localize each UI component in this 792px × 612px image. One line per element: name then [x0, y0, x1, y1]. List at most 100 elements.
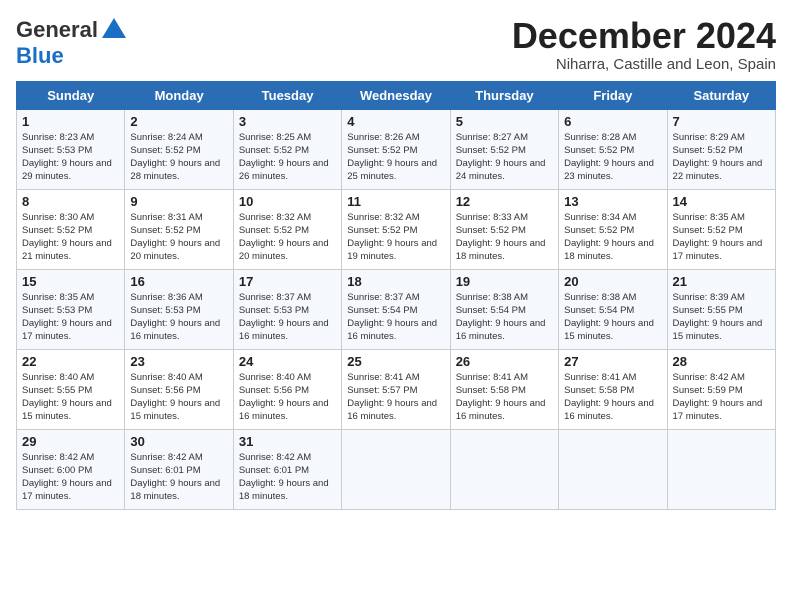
day-info: Sunrise: 8:24 AMSunset: 5:52 PMDaylight:…	[130, 132, 220, 183]
day-info: Sunrise: 8:34 AMSunset: 5:52 PMDaylight:…	[564, 212, 654, 263]
day-number: 28	[673, 354, 770, 369]
day-number: 1	[22, 114, 119, 129]
calendar-cell: 2 Sunrise: 8:24 AMSunset: 5:52 PMDaylight…	[125, 109, 233, 189]
calendar-cell: 9 Sunrise: 8:31 AMSunset: 5:52 PMDaylight…	[125, 189, 233, 269]
day-info: Sunrise: 8:39 AMSunset: 5:55 PMDaylight:…	[673, 292, 763, 343]
day-info: Sunrise: 8:32 AMSunset: 5:52 PMDaylight:…	[239, 212, 329, 263]
calendar-cell: 25Sunrise: 8:41 AMSunset: 5:57 PMDayligh…	[342, 349, 450, 429]
day-info: Sunrise: 8:26 AMSunset: 5:52 PMDaylight:…	[347, 132, 437, 183]
day-number: 11	[347, 194, 444, 209]
day-number: 9	[130, 194, 227, 209]
calendar-cell: 1 Sunrise: 8:23 AMSunset: 5:53 PMDaylight…	[17, 109, 125, 189]
day-number: 18	[347, 274, 444, 289]
day-number: 15	[22, 274, 119, 289]
day-number: 24	[239, 354, 336, 369]
calendar-cell: 16Sunrise: 8:36 AMSunset: 5:53 PMDayligh…	[125, 269, 233, 349]
weekday-header-tuesday: Tuesday	[233, 81, 341, 109]
day-number: 29	[22, 434, 119, 449]
calendar-cell: 12 Sunrise: 8:33 AMSunset: 5:52 PMDayligh…	[450, 189, 558, 269]
day-info: Sunrise: 8:41 AMSunset: 5:58 PMDaylight:…	[456, 372, 546, 423]
day-info: Sunrise: 8:35 AMSunset: 5:52 PMDaylight:…	[673, 212, 763, 263]
weekday-header-monday: Monday	[125, 81, 233, 109]
day-info: Sunrise: 8:37 AMSunset: 5:54 PMDaylight:…	[347, 292, 437, 343]
day-number: 12	[456, 194, 553, 209]
calendar-cell	[342, 429, 450, 509]
day-number: 3	[239, 114, 336, 129]
day-info: Sunrise: 8:40 AMSunset: 5:56 PMDaylight:…	[239, 372, 329, 423]
calendar-week-4: 22Sunrise: 8:40 AMSunset: 5:55 PMDayligh…	[17, 349, 776, 429]
day-info: Sunrise: 8:42 AMSunset: 6:01 PMDaylight:…	[239, 452, 329, 503]
day-info: Sunrise: 8:40 AMSunset: 5:56 PMDaylight:…	[130, 372, 220, 423]
day-info: Sunrise: 8:25 AMSunset: 5:52 PMDaylight:…	[239, 132, 329, 183]
day-info: Sunrise: 8:41 AMSunset: 5:58 PMDaylight:…	[564, 372, 654, 423]
calendar-cell: 26 Sunrise: 8:41 AMSunset: 5:58 PMDayligh…	[450, 349, 558, 429]
day-info: Sunrise: 8:41 AMSunset: 5:57 PMDaylight:…	[347, 372, 437, 423]
calendar-cell: 30 Sunrise: 8:42 AMSunset: 6:01 PMDayligh…	[125, 429, 233, 509]
calendar-cell: 4 Sunrise: 8:26 AMSunset: 5:52 PMDaylight…	[342, 109, 450, 189]
weekday-header-thursday: Thursday	[450, 81, 558, 109]
calendar-cell: 13 Sunrise: 8:34 AMSunset: 5:52 PMDayligh…	[559, 189, 667, 269]
day-number: 13	[564, 194, 661, 209]
day-info: Sunrise: 8:35 AMSunset: 5:53 PMDaylight:…	[22, 292, 112, 343]
calendar-cell: 11 Sunrise: 8:32 AMSunset: 5:52 PMDayligh…	[342, 189, 450, 269]
calendar-cell: 27 Sunrise: 8:41 AMSunset: 5:58 PMDayligh…	[559, 349, 667, 429]
weekday-header-wednesday: Wednesday	[342, 81, 450, 109]
day-number: 14	[673, 194, 770, 209]
calendar-cell	[667, 429, 775, 509]
day-number: 6	[564, 114, 661, 129]
day-info: Sunrise: 8:23 AMSunset: 5:53 PMDaylight:…	[22, 132, 112, 183]
calendar-cell: 24 Sunrise: 8:40 AMSunset: 5:56 PMDayligh…	[233, 349, 341, 429]
header: General Blue December 2024 Niharra, Cast…	[16, 16, 776, 73]
day-number: 23	[130, 354, 227, 369]
calendar-cell: 10 Sunrise: 8:32 AMSunset: 5:52 PMDayligh…	[233, 189, 341, 269]
day-number: 30	[130, 434, 227, 449]
calendar-cell: 31 Sunrise: 8:42 AMSunset: 6:01 PMDayligh…	[233, 429, 341, 509]
weekday-header-saturday: Saturday	[667, 81, 775, 109]
calendar-cell: 22Sunrise: 8:40 AMSunset: 5:55 PMDayligh…	[17, 349, 125, 429]
day-info: Sunrise: 8:37 AMSunset: 5:53 PMDaylight:…	[239, 292, 329, 343]
day-number: 26	[456, 354, 553, 369]
calendar-week-2: 8Sunrise: 8:30 AMSunset: 5:52 PMDaylight…	[17, 189, 776, 269]
day-info: Sunrise: 8:27 AMSunset: 5:52 PMDaylight:…	[456, 132, 546, 183]
day-number: 16	[130, 274, 227, 289]
day-number: 10	[239, 194, 336, 209]
weekday-header-sunday: Sunday	[17, 81, 125, 109]
calendar-cell: 15 Sunrise: 8:35 AMSunset: 5:53 PMDayligh…	[17, 269, 125, 349]
calendar-cell: 14 Sunrise: 8:35 AMSunset: 5:52 PMDayligh…	[667, 189, 775, 269]
day-number: 17	[239, 274, 336, 289]
calendar-cell: 21 Sunrise: 8:39 AMSunset: 5:55 PMDayligh…	[667, 269, 775, 349]
day-info: Sunrise: 8:29 AMSunset: 5:52 PMDaylight:…	[673, 132, 763, 183]
calendar-cell: 19 Sunrise: 8:38 AMSunset: 5:54 PMDayligh…	[450, 269, 558, 349]
logo-text: General	[16, 18, 98, 42]
day-number: 31	[239, 434, 336, 449]
calendar-cell: 23 Sunrise: 8:40 AMSunset: 5:56 PMDayligh…	[125, 349, 233, 429]
calendar-title: December 2024	[512, 16, 776, 56]
calendar-week-5: 29Sunrise: 8:42 AMSunset: 6:00 PMDayligh…	[17, 429, 776, 509]
calendar-cell: 5Sunrise: 8:27 AMSunset: 5:52 PMDaylight…	[450, 109, 558, 189]
day-number: 2	[130, 114, 227, 129]
calendar-cell: 18 Sunrise: 8:37 AMSunset: 5:54 PMDayligh…	[342, 269, 450, 349]
calendar-cell: 17 Sunrise: 8:37 AMSunset: 5:53 PMDayligh…	[233, 269, 341, 349]
calendar-cell: 28 Sunrise: 8:42 AMSunset: 5:59 PMDayligh…	[667, 349, 775, 429]
day-info: Sunrise: 8:32 AMSunset: 5:52 PMDaylight:…	[347, 212, 437, 263]
calendar-cell	[559, 429, 667, 509]
day-number: 4	[347, 114, 444, 129]
day-info: Sunrise: 8:28 AMSunset: 5:52 PMDaylight:…	[564, 132, 654, 183]
day-info: Sunrise: 8:31 AMSunset: 5:52 PMDaylight:…	[130, 212, 220, 263]
day-info: Sunrise: 8:38 AMSunset: 5:54 PMDaylight:…	[564, 292, 654, 343]
day-info: Sunrise: 8:42 AMSunset: 5:59 PMDaylight:…	[673, 372, 763, 423]
day-number: 27	[564, 354, 661, 369]
calendar-subtitle: Niharra, Castille and Leon, Spain	[512, 56, 776, 73]
day-info: Sunrise: 8:38 AMSunset: 5:54 PMDaylight:…	[456, 292, 546, 343]
calendar-cell: 20 Sunrise: 8:38 AMSunset: 5:54 PMDayligh…	[559, 269, 667, 349]
logo: General Blue	[16, 16, 128, 68]
calendar-cell: 7Sunrise: 8:29 AMSunset: 5:52 PMDaylight…	[667, 109, 775, 189]
day-number: 19	[456, 274, 553, 289]
day-info: Sunrise: 8:33 AMSunset: 5:52 PMDaylight:…	[456, 212, 546, 263]
day-number: 20	[564, 274, 661, 289]
day-info: Sunrise: 8:42 AMSunset: 6:01 PMDaylight:…	[130, 452, 220, 503]
calendar-cell: 8Sunrise: 8:30 AMSunset: 5:52 PMDaylight…	[17, 189, 125, 269]
calendar-cell: 3 Sunrise: 8:25 AMSunset: 5:52 PMDaylight…	[233, 109, 341, 189]
day-number: 21	[673, 274, 770, 289]
day-info: Sunrise: 8:30 AMSunset: 5:52 PMDaylight:…	[22, 212, 112, 263]
